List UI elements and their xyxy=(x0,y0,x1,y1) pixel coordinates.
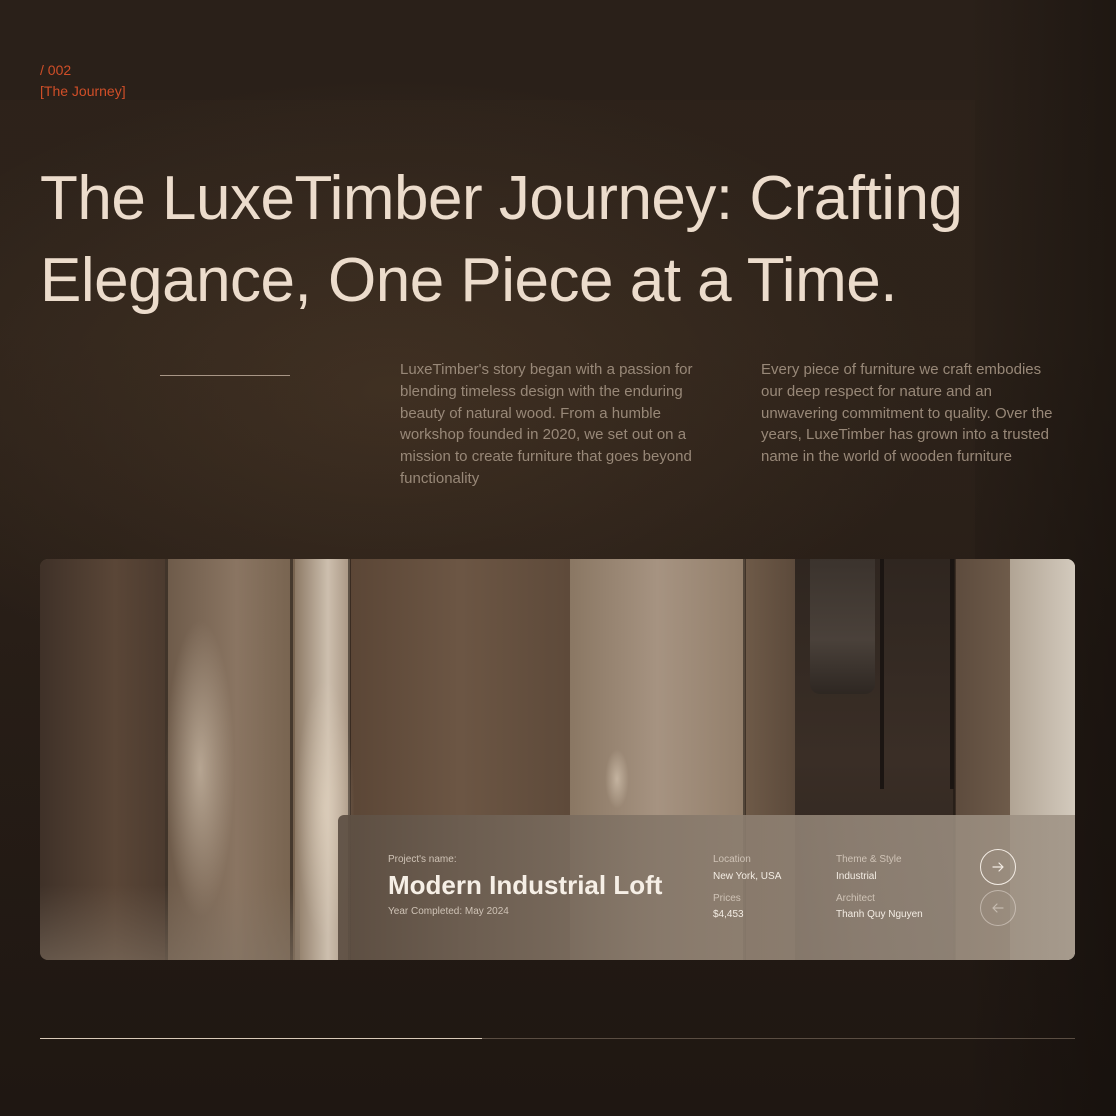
arrow-left-icon xyxy=(992,903,1004,913)
project-name-label: Project's name: xyxy=(388,854,457,865)
project-card: Project's name: Modern Industrial Loft Y… xyxy=(40,559,1075,960)
intro-divider xyxy=(160,375,290,376)
price-value: $4,453 xyxy=(713,909,744,920)
previous-project-button[interactable] xyxy=(980,890,1016,926)
slider-progress-fill xyxy=(40,1038,482,1039)
sunlight-pattern xyxy=(605,749,629,809)
slider-progress-track[interactable] xyxy=(40,1038,1075,1039)
wardrobe-rod xyxy=(950,559,954,789)
project-name: Modern Industrial Loft xyxy=(388,870,663,900)
section-eyebrow: / 002 [The Journey] xyxy=(40,60,126,102)
next-project-button[interactable] xyxy=(980,849,1016,885)
floor xyxy=(40,885,300,960)
wardrobe-rod xyxy=(880,559,884,789)
prices-label: Prices xyxy=(713,893,741,904)
location-value: New York, USA xyxy=(713,871,782,882)
sunlight-pattern xyxy=(165,619,235,919)
hanging-clothes xyxy=(810,559,875,694)
intro-paragraph-2: Every piece of furniture we craft embodi… xyxy=(761,361,1053,466)
arrow-right-icon xyxy=(992,862,1004,872)
headline-line-2: Elegance, One Piece at a Time. xyxy=(40,246,897,315)
location-label: Location xyxy=(713,854,751,865)
headline-line-1: The LuxeTimber Journey: Crafting xyxy=(40,164,963,233)
section-number: / 002 xyxy=(40,62,72,78)
section-tag: [The Journey] xyxy=(40,83,126,99)
architect-label: Architect xyxy=(836,893,875,904)
theme-label: Theme & Style xyxy=(836,854,902,865)
page-headline: The LuxeTimber Journey: Crafting Eleganc… xyxy=(40,158,1040,322)
intro-paragraph-1: LuxeTimber's story began with a passion … xyxy=(400,361,693,487)
architect-value: Thanh Quy Nguyen xyxy=(836,909,923,920)
year-completed: Year Completed: May 2024 xyxy=(388,906,509,917)
theme-value: Industrial xyxy=(836,871,877,882)
